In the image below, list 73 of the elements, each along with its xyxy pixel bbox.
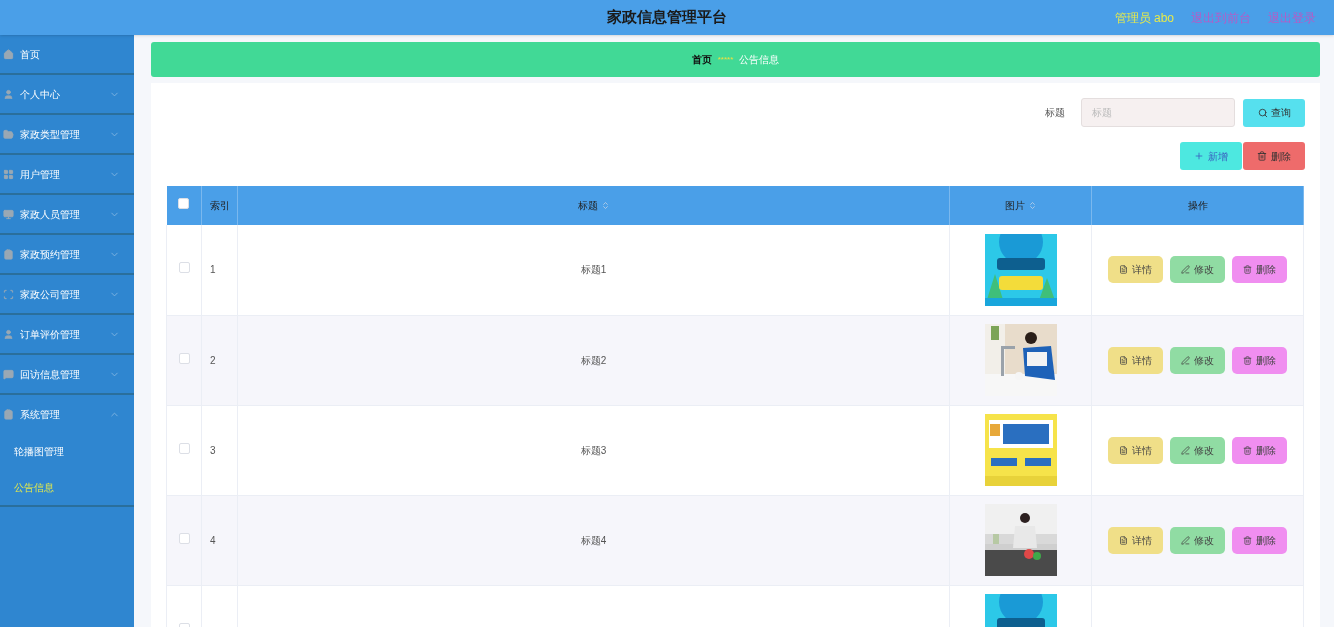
row-checkbox[interactable]	[178, 532, 190, 544]
sidebar-item[interactable]: 回访信息管理	[0, 355, 134, 393]
search-button[interactable]: 查询	[1243, 98, 1305, 127]
select-all-checkbox[interactable]	[178, 198, 190, 209]
edit-button[interactable]: 修改	[1170, 256, 1225, 284]
add-button[interactable]: 新增	[1180, 142, 1242, 170]
plus-icon	[1194, 151, 1204, 161]
clipboard-icon	[3, 408, 14, 420]
row-checkbox[interactable]	[178, 352, 190, 364]
sidebar-item[interactable]: 家政类型管理	[0, 115, 134, 153]
monitor-icon	[3, 208, 14, 220]
breadcrumb-current: 公告信息	[739, 53, 780, 67]
table-cell: 3	[201, 405, 238, 495]
table-cell: 标题2	[237, 315, 950, 405]
grid-icon	[3, 168, 14, 180]
folder-icon	[3, 128, 14, 140]
breadcrumb-home[interactable]: 首页	[691, 52, 712, 67]
pen-icon	[1181, 445, 1190, 455]
sidebar-item[interactable]: 个人中心	[0, 75, 134, 113]
trash-icon	[1243, 265, 1252, 275]
user-icon	[3, 328, 14, 340]
trash-icon	[1243, 535, 1252, 545]
home-icon	[3, 48, 14, 60]
sidebar-item[interactable]: 用户管理	[0, 155, 134, 193]
document-icon	[1119, 355, 1128, 365]
edit-button[interactable]: 修改	[1170, 346, 1225, 374]
clipboard-icon	[3, 248, 14, 260]
app-title: 家政信息管理平台	[607, 7, 727, 28]
detail-button[interactable]: 详情	[1108, 436, 1163, 464]
sidebar-item[interactable]: 家政预约管理	[0, 235, 134, 273]
document-icon	[1119, 535, 1128, 545]
frame-icon	[3, 288, 14, 300]
table-cell: 标题1	[237, 225, 950, 315]
sidebar-item[interactable]: 家政人员管理	[0, 195, 134, 233]
submenu-item[interactable]: 公告信息	[0, 469, 134, 505]
breadcrumb-separator: *****	[717, 53, 734, 66]
document-icon	[1119, 445, 1128, 455]
user-name: 管理员 abo	[1114, 9, 1174, 27]
trash-icon	[1243, 355, 1252, 365]
trash-icon	[1257, 151, 1267, 161]
pen-icon	[1181, 535, 1190, 545]
detail-button[interactable]: 详情	[1108, 526, 1163, 554]
delete-button[interactable]: 删除	[1232, 346, 1287, 374]
detail-button[interactable]: 详情	[1108, 256, 1163, 284]
edit-button[interactable]: 修改	[1170, 526, 1225, 554]
pen-icon	[1181, 265, 1190, 275]
table-cell: 标题4	[237, 495, 950, 585]
table-cell: 2	[201, 315, 238, 405]
sort-icon	[600, 201, 610, 210]
search-icon	[1257, 107, 1268, 118]
row-checkbox[interactable]	[178, 442, 190, 454]
delete-button[interactable]: 删除	[1232, 436, 1287, 464]
bulk-delete-button[interactable]: 删除	[1243, 142, 1305, 170]
edit-button[interactable]: 修改	[1170, 436, 1225, 464]
document-icon	[1119, 265, 1128, 275]
row-checkbox[interactable]	[178, 262, 190, 274]
delete-button[interactable]: 删除	[1232, 256, 1287, 284]
chat-icon	[3, 368, 14, 380]
pen-icon	[1181, 355, 1190, 365]
delete-button[interactable]: 删除	[1232, 526, 1287, 554]
table-cell: 1	[201, 225, 238, 315]
table-cell: 4	[201, 495, 238, 585]
sort-icon	[1027, 201, 1037, 210]
sidebar-item[interactable]: 家政公司管理	[0, 275, 134, 313]
sidebar-item[interactable]: 首页	[0, 35, 134, 73]
detail-button[interactable]: 详情	[1108, 346, 1163, 374]
trash-icon	[1243, 445, 1252, 455]
sidebar-item[interactable]: 系统管理	[0, 395, 134, 433]
sidebar-item[interactable]: 订单评价管理	[0, 315, 134, 353]
table-cell: 标题3	[237, 405, 950, 495]
user-icon	[3, 88, 14, 100]
submenu-item[interactable]: 轮播图管理	[0, 433, 134, 469]
search-label: 标题	[1045, 106, 1065, 120]
